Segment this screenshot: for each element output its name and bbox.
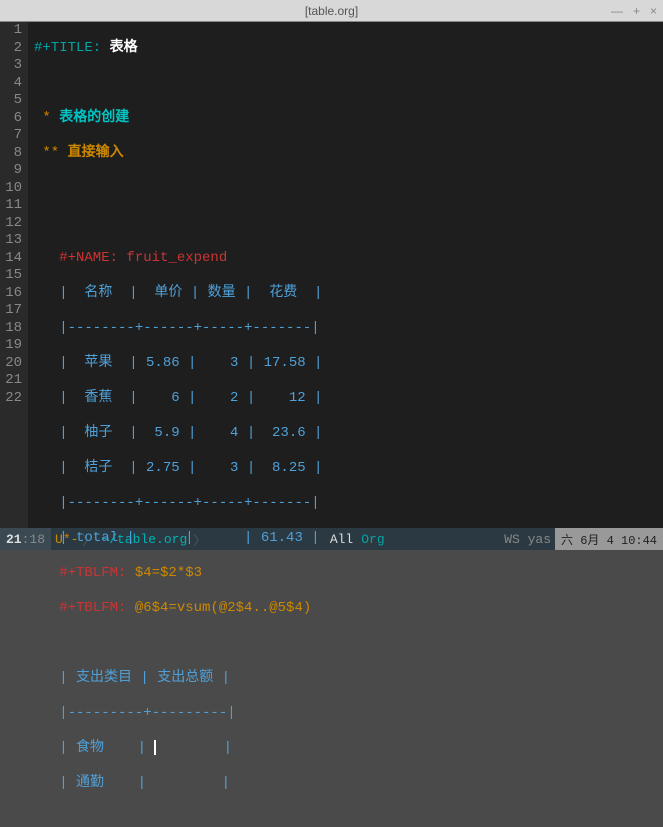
- lineno: 8: [0, 145, 22, 163]
- title-keyword: #+TITLE:: [34, 40, 110, 56]
- line-2: [34, 75, 322, 93]
- editor-content[interactable]: #+TITLE: 表格 * 表格的创建 ** 直接输入 #+NAME: frui…: [28, 22, 322, 528]
- table-row: |--------+------+-----+-------|: [34, 320, 322, 338]
- line-gutter: 1 2 3 4 5 6 7 8 9 10 11 12 13 14 15 16 1…: [0, 22, 28, 528]
- window-title: [table.org]: [305, 4, 358, 18]
- line-6: [34, 215, 322, 233]
- lineno: 9: [0, 162, 22, 180]
- lineno: 16: [0, 285, 22, 303]
- tblfm-keyword: #+TBLFM:: [34, 565, 135, 581]
- position-indicator: All: [322, 532, 361, 547]
- clock: 六 6月 4 10:44: [555, 528, 663, 550]
- lineno: 1: [0, 22, 22, 40]
- table-row: |--------+------+-----+-------|: [34, 495, 322, 513]
- heading-star: **: [34, 145, 68, 161]
- lineno: 13: [0, 232, 22, 250]
- lineno: 5: [0, 92, 22, 110]
- lineno: 14: [0, 250, 22, 268]
- line-5: [34, 180, 322, 198]
- table-row: | total | | | 61.43 |: [34, 530, 322, 548]
- lineno: 6: [0, 110, 22, 128]
- minor-modes: WS yas: [500, 532, 555, 547]
- heading-star: *: [34, 110, 59, 126]
- window-controls: — + ×: [611, 4, 657, 18]
- close-icon[interactable]: ×: [650, 4, 657, 18]
- table-row: |---------+---------|: [34, 705, 322, 723]
- tblfm-keyword: #+TBLFM:: [34, 600, 135, 616]
- lineno: 3: [0, 57, 22, 75]
- lineno: 17: [0, 302, 22, 320]
- line-7: #+NAME: fruit_expend: [34, 250, 322, 268]
- lineno: 12: [0, 215, 22, 233]
- heading-text: 直接输入: [68, 145, 124, 161]
- line-1: #+TITLE: 表格: [34, 40, 322, 58]
- table-row: | 桔子 | 2.75 | 3 | 8.25 |: [34, 460, 322, 478]
- titlebar: [table.org] — + ×: [0, 0, 663, 22]
- major-mode[interactable]: Org: [361, 532, 384, 547]
- editor-pane[interactable]: 1 2 3 4 5 6 7 8 9 10 11 12 13 14 15 16 1…: [0, 22, 663, 528]
- table-row: | 苹果 | 5.86 | 3 | 17.58 |: [34, 355, 322, 373]
- lineno: 2: [0, 40, 22, 58]
- line-4: ** 直接输入: [34, 145, 322, 163]
- line-16: #+TBLFM: $4=$2*$3: [34, 565, 322, 583]
- maximize-icon[interactable]: +: [633, 4, 640, 18]
- title-value: 表格: [110, 40, 138, 56]
- lineno: 4: [0, 75, 22, 93]
- line-3: * 表格的创建: [34, 110, 322, 128]
- table-row: | 柚子 | 5.9 | 4 | 23.6 |: [34, 425, 322, 443]
- lineno: 22: [0, 390, 22, 408]
- lineno: 20: [0, 355, 22, 373]
- table-row: | 食物 | |: [34, 740, 322, 758]
- lineno: 15: [0, 267, 22, 285]
- cell-left: | 食物 |: [34, 740, 154, 756]
- table-row: | 支出类目 | 支出总额 |: [34, 670, 322, 688]
- lineno: 19: [0, 337, 22, 355]
- name-directive: #+NAME: fruit_expend: [34, 250, 227, 266]
- lineno: 21: [0, 372, 22, 390]
- minimize-icon[interactable]: —: [611, 4, 623, 18]
- line-18: [34, 635, 322, 653]
- lineno: 18: [0, 320, 22, 338]
- cell-right: |: [156, 740, 232, 756]
- heading-text: 表格的创建: [59, 110, 129, 126]
- lineno: 10: [0, 180, 22, 198]
- tblfm-formula: $4=$2*$3: [135, 565, 202, 581]
- table-row: | 香蕉 | 6 | 2 | 12 |: [34, 390, 322, 408]
- table-row: | 通勤 | |: [34, 775, 322, 793]
- lineno: 7: [0, 127, 22, 145]
- table-row: | 名称 | 单价 | 数量 | 花费 |: [34, 285, 322, 303]
- tblfm-formula: @6$4=vsum(@2$4..@5$4): [135, 600, 311, 616]
- lineno: 11: [0, 197, 22, 215]
- line-17: #+TBLFM: @6$4=vsum(@2$4..@5$4): [34, 600, 322, 618]
